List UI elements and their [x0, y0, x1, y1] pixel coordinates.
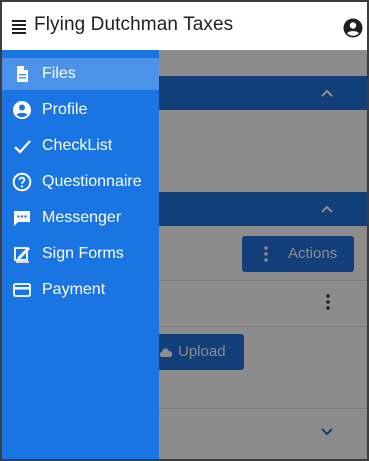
nav-item-label: Profile — [42, 101, 88, 118]
more-vertical-icon[interactable] — [326, 294, 330, 310]
help-circle-icon — [12, 172, 32, 192]
chevron-down-icon[interactable] — [320, 424, 334, 438]
upload-button[interactable]: Upload — [156, 334, 244, 370]
nav-item-checklist[interactable]: CheckList — [2, 130, 159, 162]
file-icon — [17, 66, 28, 82]
nav-item-label: Sign Forms — [42, 245, 124, 262]
nav-item-sign-forms[interactable]: Sign Forms — [2, 238, 159, 270]
app-window: Flying Dutchman Taxes Actions Upload Fil… — [0, 0, 369, 461]
chat-icon — [14, 211, 30, 226]
account-icon[interactable] — [343, 18, 363, 38]
actions-button[interactable]: Actions — [242, 236, 354, 272]
navigation-drawer: Files Profile CheckList Questionnaire Me… — [2, 50, 159, 459]
nav-item-label: Files — [42, 65, 76, 82]
nav-item-profile[interactable]: Profile — [2, 94, 159, 126]
nav-item-label: Payment — [42, 281, 106, 298]
credit-card-icon — [13, 283, 31, 297]
nav-item-payment[interactable]: Payment — [2, 274, 159, 306]
menu-icon[interactable] — [12, 20, 26, 34]
cloud-upload-icon — [159, 348, 173, 357]
checkmark-icon — [14, 140, 31, 154]
nav-item-questionnaire[interactable]: Questionnaire — [2, 166, 159, 198]
nav-item-label: CheckList — [42, 137, 113, 154]
account-circle-icon — [13, 101, 31, 119]
chevron-up-icon — [321, 89, 333, 97]
more-vertical-icon — [264, 246, 268, 262]
nav-item-label: Questionnaire — [42, 173, 142, 190]
upload-label: Upload — [178, 343, 226, 360]
actions-label: Actions — [288, 245, 338, 262]
nav-item-label: Messenger — [42, 209, 122, 226]
nav-item-messenger[interactable]: Messenger — [2, 202, 159, 234]
chevron-up-icon — [321, 205, 333, 213]
app-bar: Flying Dutchman Taxes — [2, 2, 367, 50]
sign-icon — [14, 247, 30, 263]
app-title: Flying Dutchman Taxes — [34, 14, 234, 35]
nav-item-files[interactable]: Files — [2, 58, 159, 90]
